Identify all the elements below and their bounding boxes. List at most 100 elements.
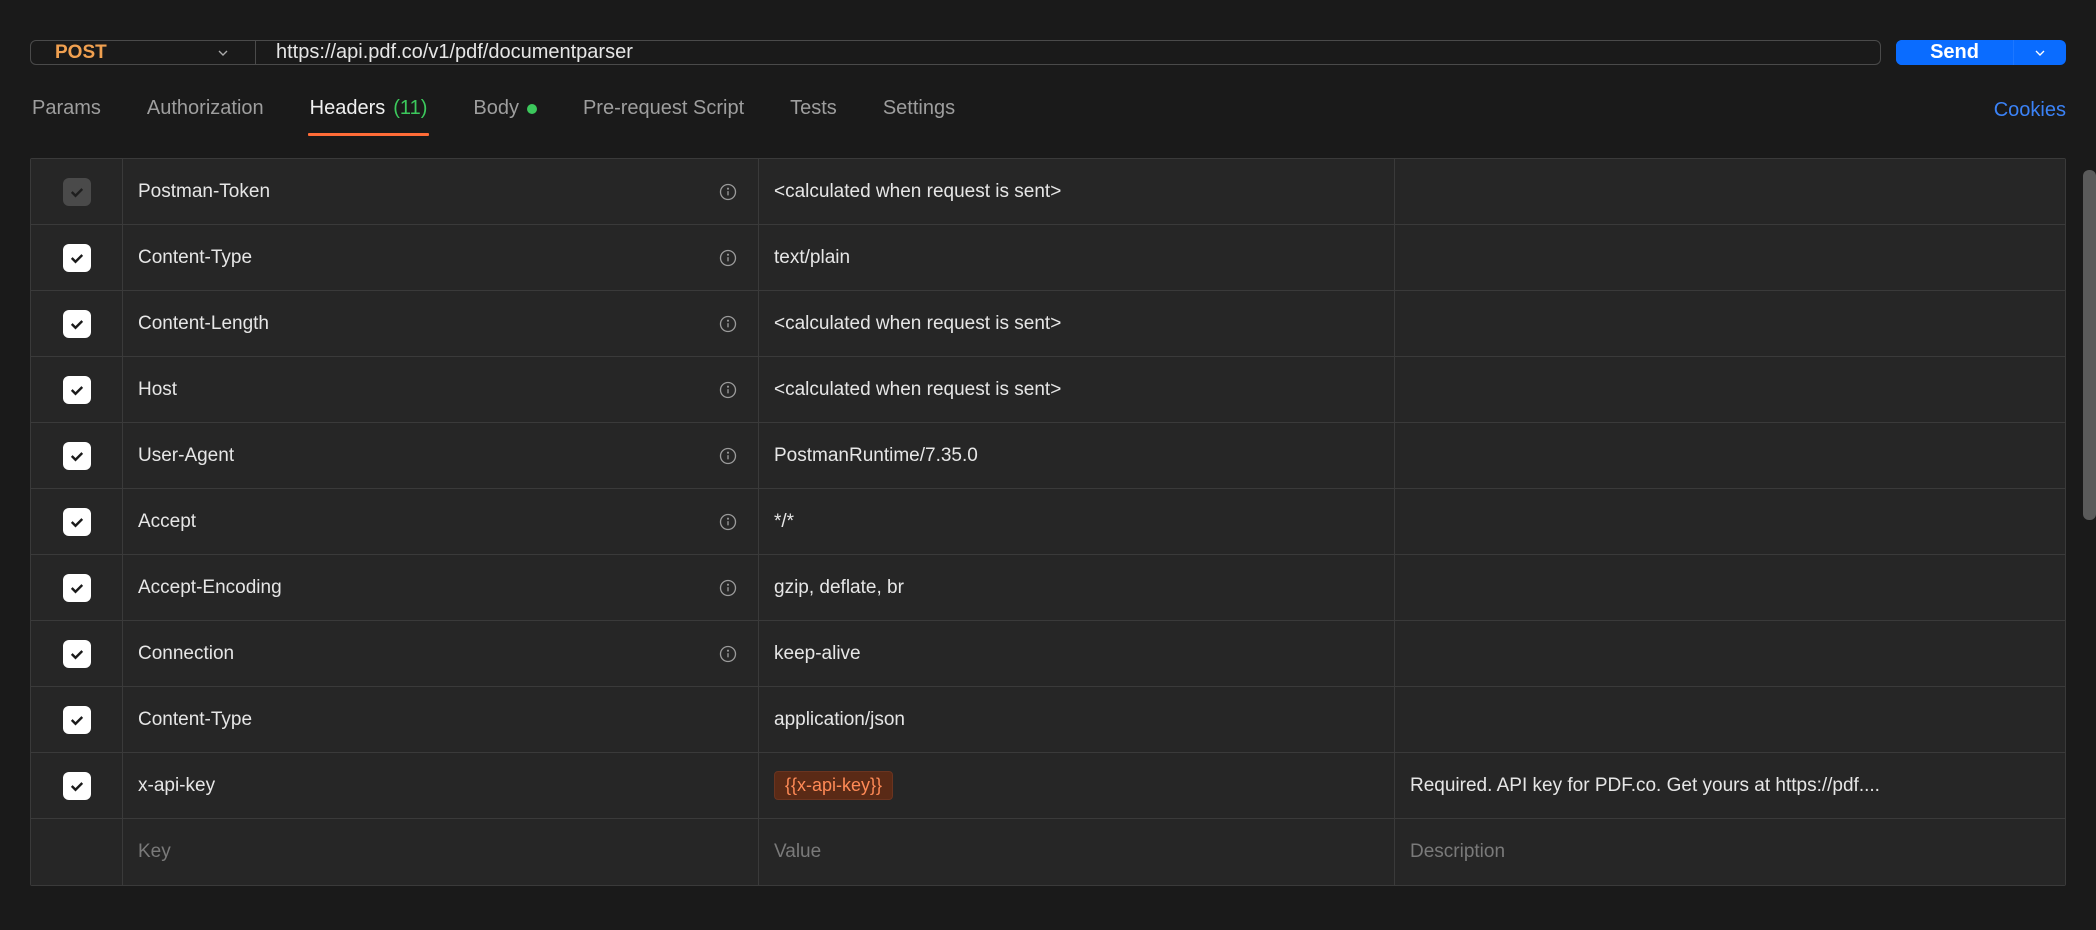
info-icon[interactable] (717, 511, 739, 533)
header-value: <calculated when request is sent> (774, 181, 1061, 203)
checkbox-cell (31, 819, 123, 885)
tab-settings[interactable]: Settings (881, 87, 957, 134)
header-description-cell[interactable] (1395, 555, 2065, 620)
header-description-cell[interactable] (1395, 621, 2065, 686)
header-description-cell[interactable] (1395, 489, 2065, 554)
header-key: Connection (138, 643, 234, 665)
header-value-cell[interactable]: <calculated when request is sent> (759, 357, 1395, 422)
header-value-cell[interactable]: PostmanRuntime/7.35.0 (759, 423, 1395, 488)
info-icon[interactable] (717, 379, 739, 401)
tab-authorization[interactable]: Authorization (145, 87, 266, 134)
header-value: PostmanRuntime/7.35.0 (774, 445, 978, 467)
header-checkbox[interactable] (63, 178, 91, 206)
header-description-cell[interactable] (1395, 687, 2065, 752)
table-row-new: Key Value Description (31, 819, 2065, 885)
table-row: Content-Length <calculated when request i… (31, 291, 2065, 357)
chevron-down-icon (215, 45, 231, 61)
header-description-cell[interactable]: Required. API key for PDF.co. Get yours … (1395, 753, 2065, 818)
header-checkbox[interactable] (63, 310, 91, 338)
tab-label: Pre-request Script (583, 97, 744, 120)
header-checkbox[interactable] (63, 640, 91, 668)
scrollbar-thumb[interactable] (2083, 170, 2096, 520)
header-description-cell[interactable] (1395, 291, 2065, 356)
header-value: */* (774, 511, 794, 533)
info-icon[interactable] (717, 313, 739, 335)
checkbox-cell (31, 621, 123, 686)
header-value-cell[interactable]: application/json (759, 687, 1395, 752)
header-key: x-api-key (138, 775, 215, 797)
header-key-cell[interactable]: User-Agent (123, 423, 759, 488)
table-row: x-api-key {{x-api-key}}Required. API key … (31, 753, 2065, 819)
checkbox-cell (31, 423, 123, 488)
checkbox-cell (31, 225, 123, 290)
header-key: Postman-Token (138, 181, 270, 203)
header-key-cell[interactable]: Content-Type (123, 687, 759, 752)
headers-table: Postman-Token <calculated when request is… (30, 158, 2066, 886)
method-select[interactable]: POST (31, 41, 256, 64)
header-value-cell[interactable]: gzip, deflate, br (759, 555, 1395, 620)
header-key: Content-Length (138, 313, 269, 335)
header-value-cell[interactable]: text/plain (759, 225, 1395, 290)
header-value: <calculated when request is sent> (774, 379, 1061, 401)
header-value-cell[interactable]: */* (759, 489, 1395, 554)
tab-count: (11) (393, 97, 427, 120)
header-key: Accept (138, 511, 196, 533)
tab-headers[interactable]: Headers (11) (308, 87, 430, 134)
header-key-cell[interactable]: x-api-key (123, 753, 759, 818)
header-checkbox[interactable] (63, 772, 91, 800)
url-group: POST (30, 40, 1881, 65)
info-icon[interactable] (717, 247, 739, 269)
new-value-input[interactable]: Value (759, 819, 1395, 885)
info-icon[interactable] (717, 577, 739, 599)
placeholder-label: Value (774, 841, 821, 863)
header-description-cell[interactable] (1395, 357, 2065, 422)
checkbox-cell (31, 489, 123, 554)
header-key-cell[interactable]: Connection (123, 621, 759, 686)
send-dropdown[interactable] (2013, 40, 2066, 65)
header-value-cell[interactable]: keep-alive (759, 621, 1395, 686)
header-key-cell[interactable]: Accept-Encoding (123, 555, 759, 620)
info-icon[interactable] (717, 643, 739, 665)
header-checkbox[interactable] (63, 706, 91, 734)
header-key-cell[interactable]: Content-Type (123, 225, 759, 290)
tab-prerequest[interactable]: Pre-request Script (581, 87, 746, 134)
header-checkbox[interactable] (63, 244, 91, 272)
table-row: Host <calculated when request is sent> (31, 357, 2065, 423)
header-key-cell[interactable]: Postman-Token (123, 159, 759, 224)
method-label: POST (55, 42, 107, 64)
tab-label: Authorization (147, 97, 264, 120)
cookies-link[interactable]: Cookies (1994, 99, 2066, 122)
header-checkbox[interactable] (63, 376, 91, 404)
request-bar: POST Send (30, 0, 2066, 83)
info-icon[interactable] (717, 181, 739, 203)
tab-body[interactable]: Body (471, 87, 539, 134)
header-key-cell[interactable]: Content-Length (123, 291, 759, 356)
info-icon[interactable] (717, 445, 739, 467)
tab-label: Tests (790, 97, 837, 120)
header-key: Host (138, 379, 177, 401)
header-description-cell[interactable] (1395, 225, 2065, 290)
new-description-input[interactable]: Description (1395, 819, 2065, 885)
tabs-row: Params Authorization Headers (11) Body P… (30, 83, 2066, 134)
placeholder-label: Key (138, 841, 171, 863)
send-button-group: Send (1896, 40, 2066, 65)
table-row: Connection keep-alive (31, 621, 2065, 687)
new-key-input[interactable]: Key (123, 819, 759, 885)
tab-tests[interactable]: Tests (788, 87, 839, 134)
header-key-cell[interactable]: Accept (123, 489, 759, 554)
header-value-cell[interactable]: <calculated when request is sent> (759, 291, 1395, 356)
header-description-cell[interactable] (1395, 423, 2065, 488)
header-checkbox[interactable] (63, 574, 91, 602)
tab-params[interactable]: Params (30, 87, 103, 134)
header-description-cell[interactable] (1395, 159, 2065, 224)
header-key-cell[interactable]: Host (123, 357, 759, 422)
placeholder-label: Description (1410, 841, 1505, 863)
header-value-cell[interactable]: <calculated when request is sent> (759, 159, 1395, 224)
header-checkbox[interactable] (63, 442, 91, 470)
header-checkbox[interactable] (63, 508, 91, 536)
scrollbar-track[interactable] (2082, 0, 2096, 930)
header-value-cell[interactable]: {{x-api-key}} (759, 753, 1395, 818)
url-input[interactable] (256, 41, 1880, 64)
checkbox-cell (31, 291, 123, 356)
send-button[interactable]: Send (1896, 40, 2013, 65)
